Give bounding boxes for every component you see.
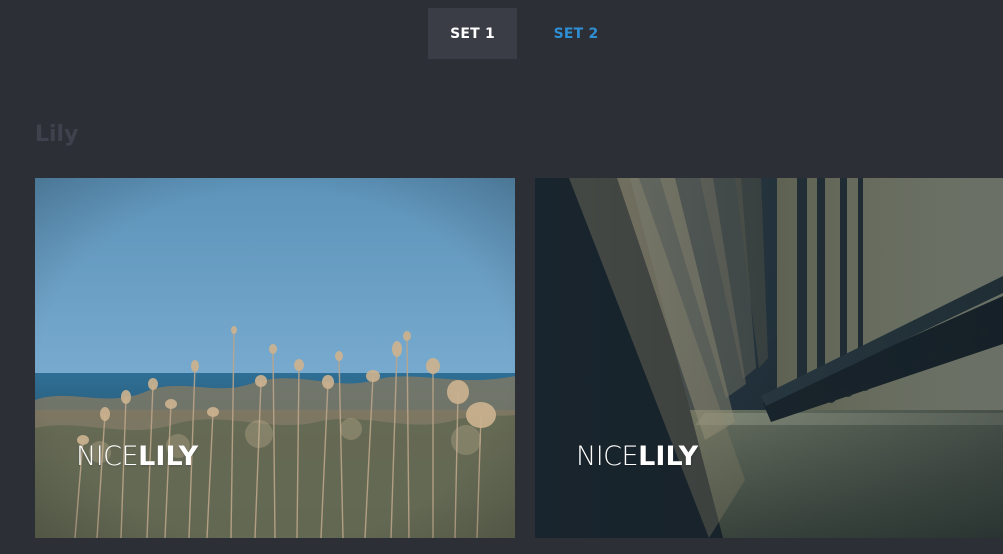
tab-set-2[interactable]: SET 2 [517, 8, 635, 59]
field-flowers-image [35, 178, 515, 538]
card-1-caption-prefix: NICE [76, 441, 139, 472]
card-2-caption-prefix: NICE [576, 441, 639, 472]
gallery-card-2[interactable]: NICELILY [535, 178, 1003, 538]
tab-set-1[interactable]: SET 1 [428, 8, 517, 59]
section-title: Lily [35, 122, 79, 147]
tab-set-2-label: SET 2 [553, 25, 599, 42]
tab-set-1-label: SET 1 [450, 25, 495, 42]
card-2-caption: NICELILY [576, 443, 698, 470]
gallery-page: SET 1 SET 2 Lily NICELILY NICELILY [0, 0, 1003, 554]
card-1-caption: NICELILY [76, 443, 198, 470]
set-tabs: SET 1 SET 2 [428, 8, 635, 59]
interior-benches-image [535, 178, 1003, 538]
card-2-caption-emphasis: LILY [638, 441, 699, 472]
gallery-card-1[interactable]: NICELILY [35, 178, 515, 538]
card-1-caption-emphasis: LILY [138, 441, 199, 472]
